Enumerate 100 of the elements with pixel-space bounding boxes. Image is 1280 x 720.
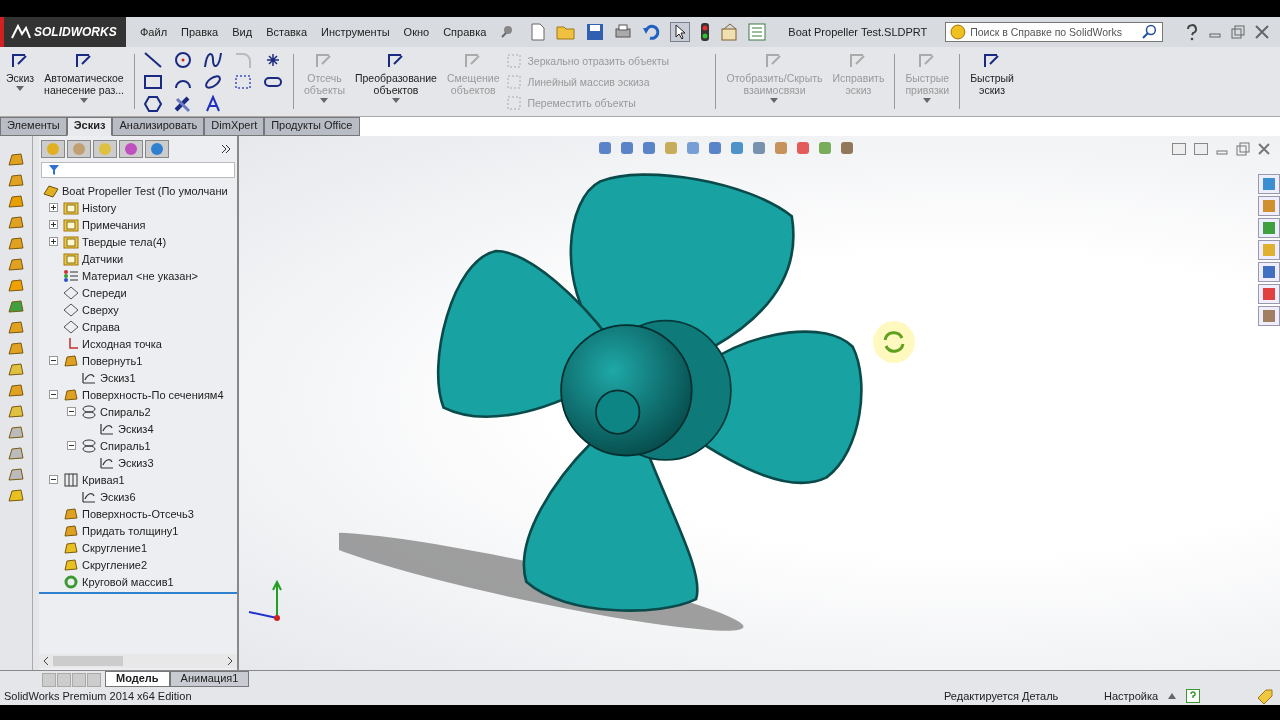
tree-item[interactable]: Спереди	[82, 286, 127, 299]
spline-tool-icon[interactable]	[203, 50, 223, 69]
dropdown-arrow-icon[interactable]	[391, 98, 400, 103]
print-icon[interactable]	[614, 23, 633, 41]
menu-item[interactable]: Вид	[232, 26, 253, 38]
restore-icon[interactable]	[1231, 25, 1246, 39]
search-icon[interactable]	[1142, 24, 1159, 40]
undo-icon[interactable]	[642, 23, 661, 41]
help-search-field[interactable]: Поиск в Справке по SolidWorks	[945, 22, 1164, 42]
ribbon-button[interactable]: Преобразование объектов	[353, 50, 439, 113]
menu-item[interactable]: Вставка	[266, 26, 307, 38]
pattern-tool-icon[interactable]	[233, 72, 253, 91]
ribbon-tab[interactable]: DimXpert	[204, 117, 265, 136]
tree-item[interactable]: Эскиз3	[118, 456, 154, 469]
feature-tool-icon[interactable]	[7, 299, 25, 315]
trim-tool-icon[interactable]	[173, 94, 193, 113]
expand-toggle[interactable]	[49, 203, 60, 212]
task-pane-icon[interactable]	[1258, 240, 1280, 260]
tree-item[interactable]: Твердые тела(4)	[82, 235, 167, 248]
menu-item[interactable]: Окно	[403, 26, 430, 38]
task-pane-icon[interactable]	[1258, 262, 1280, 282]
horizontal-scrollbar[interactable]	[39, 654, 237, 668]
view-tool-icon[interactable]	[773, 140, 789, 156]
close-icon[interactable]	[1258, 143, 1270, 155]
task-pane-icon[interactable]	[1258, 306, 1280, 326]
tree-item[interactable]: Круговой массив1	[82, 575, 174, 588]
ribbon-button[interactable]: Эскиз	[4, 50, 37, 113]
panel-tab-icon[interactable]	[119, 140, 143, 158]
expand-toggle[interactable]	[49, 356, 60, 365]
menu-item[interactable]: Файл	[140, 26, 168, 38]
feature-tool-icon[interactable]	[7, 236, 25, 252]
view-tool-icon[interactable]	[641, 140, 657, 156]
ribbon-tab[interactable]: Элементы	[0, 117, 67, 136]
line-tool-icon[interactable]	[143, 50, 163, 69]
expand-toggle[interactable]	[49, 237, 60, 246]
feature-tool-icon[interactable]	[7, 278, 25, 294]
expand-panel-icon[interactable]	[221, 144, 231, 154]
new-document-icon[interactable]	[530, 23, 547, 41]
tile-icon[interactable]	[1172, 143, 1186, 155]
view-tool-icon[interactable]	[751, 140, 767, 156]
feature-tool-icon[interactable]	[7, 152, 25, 168]
units-selector[interactable]: Настройка	[1104, 690, 1159, 702]
tree-item[interactable]: Материал <не указан>	[82, 269, 198, 282]
feature-tool-icon[interactable]	[7, 404, 25, 420]
expand-toggle[interactable]	[67, 407, 78, 416]
document-tab[interactable]: Модель	[105, 671, 170, 687]
tree-item[interactable]: Повернуть1	[82, 354, 143, 367]
task-pane-icon[interactable]	[1258, 174, 1280, 194]
options-list-icon[interactable]	[748, 23, 767, 41]
ribbon-button[interactable]: Быстрый эскиз	[968, 50, 1016, 113]
feature-tool-icon[interactable]	[7, 194, 25, 210]
view-tool-icon[interactable]	[839, 140, 855, 156]
tree-item[interactable]: Исходная точка	[82, 337, 162, 350]
tree-item[interactable]: Поверхность-Отсечь3	[82, 507, 194, 520]
ribbon-tab[interactable]: Эскиз	[66, 117, 113, 136]
ribbon-tab[interactable]: Анализировать	[112, 117, 205, 136]
save-icon[interactable]	[586, 23, 605, 41]
task-pane-icon[interactable]	[1258, 284, 1280, 304]
dropdown-arrow-icon[interactable]	[80, 98, 89, 103]
document-tab[interactable]: Анимация1	[169, 671, 250, 687]
feature-tool-icon[interactable]	[7, 488, 25, 504]
view-tool-icon[interactable]	[729, 140, 745, 156]
tree-item[interactable]: Примечания	[82, 218, 146, 231]
tree-item[interactable]: Скругление2	[82, 558, 147, 571]
tree-item[interactable]: Поверхность-По сечениям4	[82, 388, 224, 401]
tree-item[interactable]: Спираль1	[100, 439, 151, 452]
tree-item[interactable]: Придать толщину1	[82, 524, 179, 537]
feature-tool-icon[interactable]	[7, 257, 25, 273]
dropdown-arrow-icon[interactable]	[16, 86, 25, 91]
tree-item[interactable]: Эскиз6	[100, 490, 136, 503]
ellipse-tool-icon[interactable]	[203, 72, 223, 91]
tree-item[interactable]: Датчики	[82, 252, 124, 265]
scroll-left-icon[interactable]	[43, 657, 49, 665]
feature-tool-icon[interactable]	[7, 383, 25, 399]
tree-root-item[interactable]: Boat Propeller Test (По умолчани	[62, 184, 228, 197]
tree-item[interactable]: Эскиз1	[100, 371, 136, 384]
menu-item[interactable]: Инструменты	[321, 26, 390, 38]
tree-item[interactable]: Сверху	[82, 303, 119, 316]
expand-toggle[interactable]	[49, 390, 60, 399]
expand-toggle[interactable]	[49, 475, 60, 484]
scroll-right-icon[interactable]	[227, 657, 233, 665]
view-tool-icon[interactable]	[619, 140, 635, 156]
tree-item[interactable]: Эскиз4	[118, 422, 154, 435]
feature-tool-icon[interactable]	[7, 467, 25, 483]
ribbon-button[interactable]: Автоматическое нанесение раз...	[42, 50, 126, 113]
menu-item[interactable]: Правка	[181, 26, 219, 38]
caret-icon[interactable]	[1168, 693, 1177, 699]
expand-toggle[interactable]	[67, 441, 78, 450]
tree-item[interactable]: History	[82, 201, 117, 214]
traffic-light-icon[interactable]	[700, 22, 711, 42]
feature-tool-icon[interactable]	[7, 320, 25, 336]
tree-item[interactable]: Справа	[82, 320, 120, 333]
help-icon[interactable]	[1185, 23, 1200, 41]
tile-icon[interactable]	[1194, 143, 1208, 155]
feature-tool-icon[interactable]	[7, 215, 25, 231]
view-tool-icon[interactable]	[707, 140, 723, 156]
help-icon[interactable]	[1186, 689, 1201, 703]
polygon-tool-icon[interactable]	[143, 94, 163, 113]
select-pointer-icon[interactable]	[670, 22, 691, 42]
feature-tool-icon[interactable]	[7, 446, 25, 462]
